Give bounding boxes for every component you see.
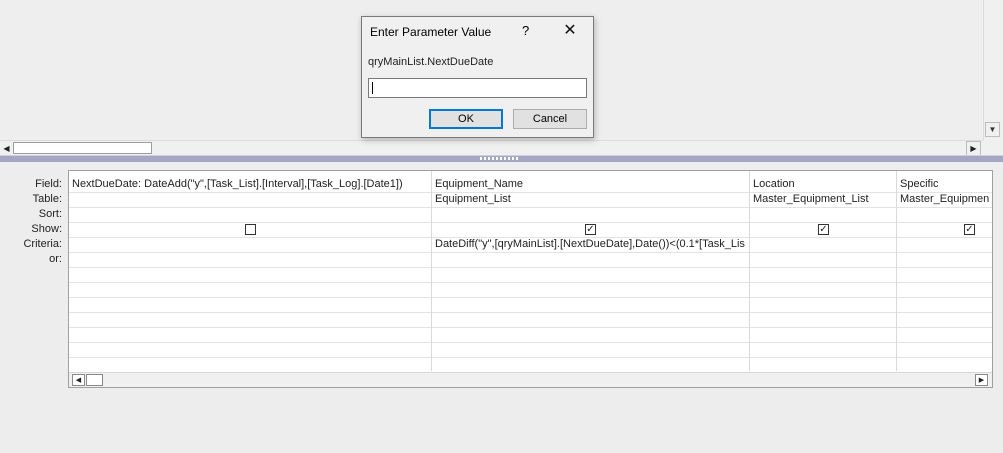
scrollbar-thumb[interactable]: [13, 142, 152, 154]
table-cell[interactable]: Equipment_List: [435, 192, 511, 207]
show-checkbox[interactable]: ✓: [818, 224, 829, 235]
row-label-show: Show:: [31, 223, 62, 235]
field-cell[interactable]: Location: [753, 177, 795, 192]
table-cell[interactable]: Master_Equipmen: [900, 192, 989, 207]
field-cell[interactable]: NextDueDate: DateAdd("y",[Task_List].[In…: [72, 177, 403, 192]
scroll-right-arrow-icon[interactable]: ▶: [966, 141, 981, 156]
grid-column-nextduedate[interactable]: NextDueDate: DateAdd("y",[Task_List].[In…: [69, 171, 432, 371]
tables-pane-horizontal-scrollbar[interactable]: ◀ ▶: [0, 140, 983, 156]
row-label-sort: Sort:: [38, 208, 62, 220]
query-design-grid[interactable]: NextDueDate: DateAdd("y",[Task_List].[In…: [68, 170, 993, 388]
close-icon[interactable]: ✕: [560, 21, 580, 41]
grid-column-specific[interactable]: Specific Master_Equipmen ✓: [897, 171, 992, 371]
pane-splitter[interactable]: [0, 155, 1003, 162]
show-checkbox[interactable]: [245, 224, 256, 235]
dialog-title: Enter Parameter Value: [370, 25, 492, 39]
help-icon[interactable]: ?: [522, 23, 529, 38]
ok-button[interactable]: OK: [429, 109, 503, 129]
splitter-grip-icon[interactable]: [480, 157, 518, 160]
show-checkbox[interactable]: ✓: [585, 224, 596, 235]
field-cell[interactable]: Specific: [900, 177, 939, 192]
table-cell[interactable]: Master_Equipment_List: [753, 192, 869, 207]
field-cell[interactable]: Equipment_Name: [435, 177, 523, 192]
grid-scroll-right-icon[interactable]: ▶: [975, 374, 988, 386]
text-caret: [372, 82, 373, 94]
row-label-or: or:: [49, 253, 62, 265]
grid-scroll-left-icon[interactable]: ◀: [72, 374, 85, 386]
grid-scrollbar-thumb[interactable]: [86, 374, 103, 386]
grid-column-location[interactable]: Location Master_Equipment_List ✓: [750, 171, 897, 371]
criteria-cell[interactable]: DateDiff("y",[qryMainList].[NextDueDate]…: [435, 237, 745, 252]
grid-row-labels: Field: Table: Sort: Show: Criteria: or:: [0, 177, 62, 267]
tables-pane-vertical-scrollbar[interactable]: ▼: [983, 0, 1001, 140]
enter-parameter-value-dialog[interactable]: Enter Parameter Value ? ✕ qryMainList.Ne…: [361, 16, 594, 138]
scroll-down-arrow-icon[interactable]: ▼: [985, 122, 1000, 137]
grid-horizontal-scrollbar[interactable]: ◀ ▶: [69, 372, 992, 387]
parameter-value-input[interactable]: [368, 78, 587, 98]
scroll-left-arrow-icon[interactable]: ◀: [0, 141, 13, 156]
parameter-prompt: qryMainList.NextDueDate: [368, 56, 494, 68]
cancel-button[interactable]: Cancel: [513, 109, 587, 129]
row-label-criteria: Criteria:: [23, 238, 62, 250]
show-checkbox[interactable]: ✓: [964, 224, 975, 235]
row-label-field: Field:: [35, 178, 62, 190]
row-label-table: Table:: [32, 193, 62, 205]
grid-column-equipment-name[interactable]: Equipment_Name Equipment_List ✓ DateDiff…: [432, 171, 750, 371]
